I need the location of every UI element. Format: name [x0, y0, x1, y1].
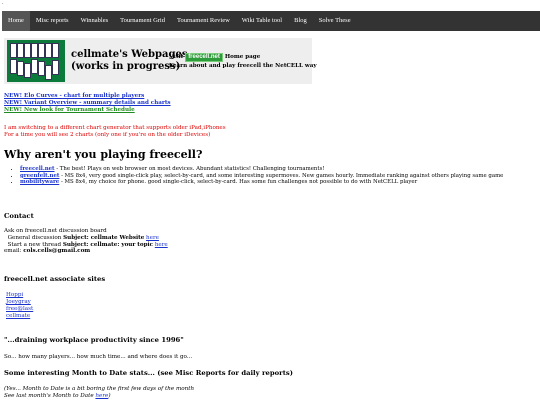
chart-notice: I am switching to a different chart gene…: [4, 125, 226, 138]
page-marker: .: [2, 0, 4, 6]
visit-freecell: Visit freecell.net Home page Learn about…: [169, 53, 317, 69]
nav-home[interactable]: Home: [2, 11, 30, 31]
new-thread-link[interactable]: here: [155, 242, 168, 248]
nav-winnables[interactable]: Winnables: [75, 11, 115, 31]
contact-heading: Contact: [4, 212, 34, 220]
tagline-heading: "...draining workplace productivity sinc…: [4, 336, 184, 344]
associate-link-cellmate[interactable]: cellmate: [6, 313, 33, 320]
nav-tournament-grid[interactable]: Tournament Grid: [114, 11, 171, 31]
why-heading: Why aren't you playing freecell?: [4, 148, 203, 161]
greenfelt-link[interactable]: greenfelt.net: [20, 173, 59, 179]
associates-heading: freecell.net associate sites: [4, 275, 106, 283]
nav-wiki-table-tool[interactable]: Wiki Table tool: [236, 11, 288, 31]
news-link-tournament-schedule[interactable]: NEW! New look for Tournament Schedule: [4, 107, 171, 114]
list-item: freecell.net - The best! Plays on web br…: [20, 166, 503, 173]
list-item: mobilityware - MS 8x4, my choice for pho…: [20, 179, 503, 186]
freecell-sites-list: freecell.net - The best! Plays on web br…: [18, 166, 503, 186]
freecell-cards-logo: [7, 40, 65, 82]
nav-misc-reports[interactable]: Misc reports: [30, 11, 75, 31]
news-link-elo-curves[interactable]: NEW! Elo Curves - chart for multiple pla…: [4, 93, 171, 100]
associate-link-hoppi[interactable]: Hoppi: [6, 292, 33, 299]
players-text: So... how many players... how much time.…: [4, 354, 193, 360]
contact-info: Ask on freecell.net discussion board Gen…: [4, 228, 168, 255]
site-banner: cellmate's Webpages (works in progress) …: [4, 38, 317, 84]
mobilityware-link[interactable]: mobilityware: [20, 179, 59, 185]
mtd-heading: Some interesting Month to Date stats... …: [4, 369, 293, 377]
last-month-mtd-link[interactable]: here: [95, 393, 108, 399]
nav-tournament-review[interactable]: Tournament Review: [171, 11, 236, 31]
general-discussion-link[interactable]: here: [146, 235, 159, 241]
nav-blog[interactable]: Blog: [288, 11, 313, 31]
nav-solve-these[interactable]: Solve These: [313, 11, 357, 31]
associate-link-joeygray[interactable]: Joeygray: [6, 299, 33, 306]
freecell-net-link[interactable]: freecell.net: [20, 166, 55, 172]
list-item: greenfelt.net - MS 8x4, very good single…: [20, 173, 503, 180]
top-nav: Home Misc reports Winnables Tournament G…: [2, 11, 540, 31]
mtd-note: (Yes... Month to Date is a bit boring th…: [4, 386, 195, 399]
email-address: cols.cells@gmail.com: [23, 248, 91, 255]
associate-links: Hoppi Joeygray free@last cellmate: [6, 292, 33, 320]
news-link-variant-overview[interactable]: NEW! Variant Overview - summary details …: [4, 100, 171, 107]
freecell-net-logo[interactable]: freecell.net: [185, 53, 223, 62]
associate-link-free-at-last[interactable]: free@last: [6, 306, 33, 313]
news-links: NEW! Elo Curves - chart for multiple pla…: [4, 93, 171, 114]
